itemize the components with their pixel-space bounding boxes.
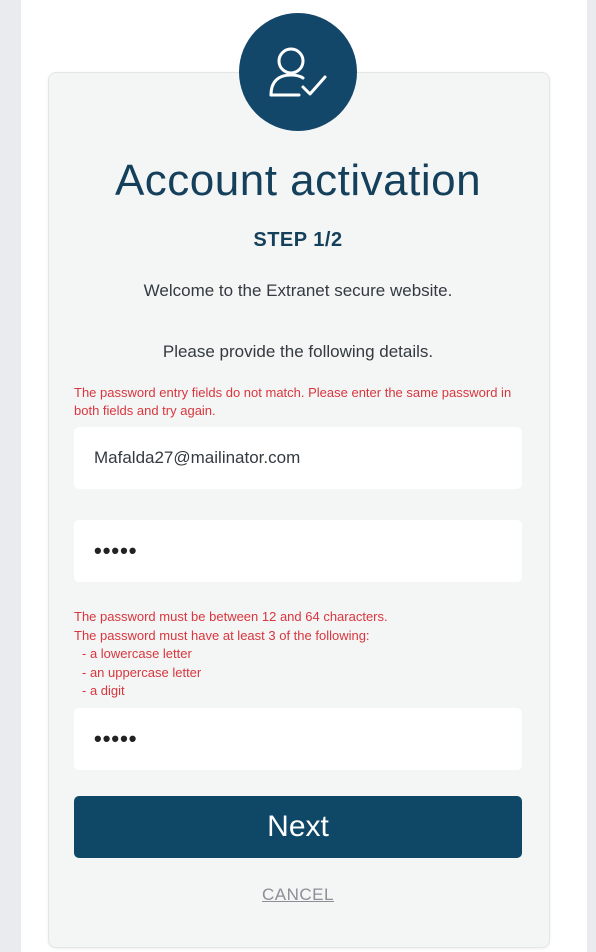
password-rule-line: The password must have at least 3 of the… (74, 627, 370, 643)
confirm-password-field-value: ••••• (94, 726, 138, 751)
cancel-link[interactable]: CANCEL (48, 885, 548, 905)
confirm-password-field[interactable]: ••••• (74, 708, 522, 770)
password-rule-line: The password must be between 12 and 64 c… (74, 609, 388, 624)
instructions-text: Please provide the following details. (162, 342, 434, 361)
password-rule-line: - a digit (82, 683, 125, 698)
user-check-icon (239, 13, 357, 131)
password-rule-line: - a lowercase letter (82, 646, 192, 661)
password-rule-line: - an uppercase letter (82, 664, 202, 680)
welcome-text: Welcome to the Extranet secure website. (143, 281, 453, 300)
step-indicator: STEP 1/2 (253, 229, 343, 251)
password-field[interactable]: ••••• (74, 520, 522, 582)
password-rules-error: The password must be between 12 and 64 c… (74, 608, 524, 701)
password-field-value: ••••• (94, 538, 138, 563)
email-field-value: Mafalda27@mailinator.com (94, 448, 301, 467)
email-field[interactable]: Mafalda27@mailinator.com (74, 427, 522, 489)
next-button[interactable]: Next (74, 796, 522, 858)
page-title: Account activation (114, 156, 482, 205)
password-mismatch-error: The password entry fields do not match. … (74, 385, 512, 418)
